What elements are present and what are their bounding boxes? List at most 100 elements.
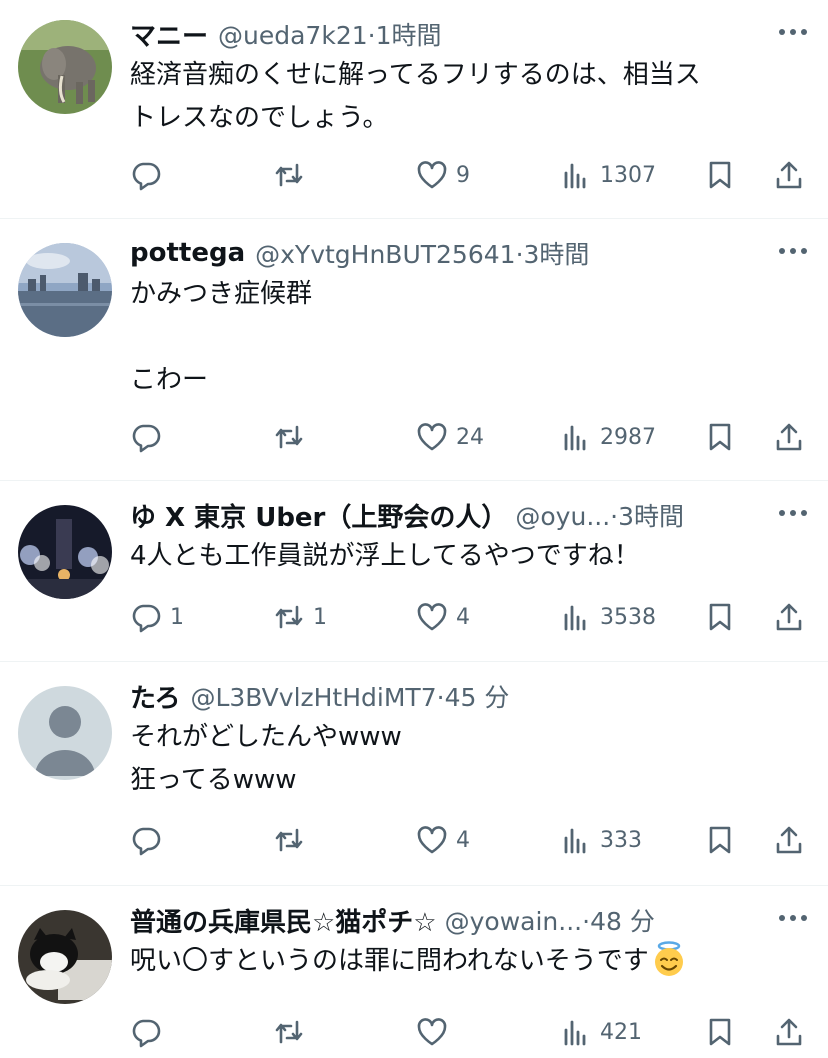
share-button[interactable] — [773, 820, 805, 860]
more-options-icon[interactable] — [768, 497, 808, 529]
analytics-icon — [564, 1020, 586, 1046]
more-options-icon[interactable] — [768, 902, 808, 934]
reply-button[interactable] — [130, 1012, 170, 1052]
tweet-header: ゆ X 東京 Uber（上野会の人） @oyu...·3時間 — [130, 495, 808, 535]
tweet-text: 経済音痴のくせに解ってるフリするのは、相当ス トレスなのでしょう。 — [130, 60, 701, 133]
retweet-icon — [275, 605, 303, 629]
tweet-header: マニー @ueda7k21·1時間 — [130, 14, 808, 54]
action-bar: 9 1307 — [0, 155, 828, 195]
view-count: 1307 — [600, 162, 656, 188]
bookmark-icon — [709, 603, 731, 631]
display-name[interactable]: マニー — [130, 16, 208, 53]
bookmark-icon — [709, 826, 731, 854]
timestamp[interactable]: 48 分 — [590, 907, 655, 936]
views-button[interactable]: 421 — [560, 1012, 642, 1052]
avatar[interactable] — [18, 243, 112, 337]
view-count: 333 — [600, 827, 642, 853]
action-bar: 4 333 — [0, 820, 828, 860]
reply-feed: マニー @ueda7k21·1時間 経済音痴のくせに解ってるフリするのは、相当ス… — [0, 0, 828, 1058]
display-name[interactable]: 普通の兵庫県民☆猫ポチ☆ — [130, 902, 437, 939]
retweet-icon — [275, 163, 303, 187]
like-button[interactable]: 24 — [416, 417, 484, 457]
display-name[interactable]: ゆ X 東京 Uber（上野会の人） — [130, 497, 507, 534]
handle[interactable]: @oyu...·3時間 — [515, 497, 684, 533]
elephant-avatar — [18, 20, 112, 114]
analytics-icon — [564, 828, 586, 854]
like-count: 4 — [456, 827, 470, 853]
tweet-text: かみつき症候群 こわー — [130, 279, 313, 395]
more-options-icon[interactable] — [768, 235, 808, 267]
handle[interactable]: @xYvtgHnBUT25641·3時間 — [255, 235, 589, 271]
reply-button[interactable] — [130, 155, 170, 195]
like-button[interactable]: 9 — [416, 155, 470, 195]
timestamp[interactable]: 3時間 — [524, 240, 590, 269]
avatar[interactable] — [18, 686, 112, 780]
tweet[interactable]: pottega @xYvtgHnBUT25641·3時間 かみつき症候群 こわー … — [0, 219, 828, 481]
timestamp[interactable]: 3時間 — [618, 502, 684, 531]
display-name[interactable]: pottega — [130, 238, 245, 268]
reply-icon — [132, 162, 161, 191]
reply-icon — [132, 1019, 161, 1048]
retweet-icon — [275, 828, 303, 852]
retweet-button[interactable]: 1 — [273, 597, 327, 637]
analytics-icon — [564, 163, 586, 189]
bookmark-button[interactable] — [704, 417, 736, 457]
avatar[interactable] — [18, 20, 112, 114]
action-bar: 1 1 4 3538 — [0, 597, 828, 637]
bookmark-button[interactable] — [704, 820, 736, 860]
handle[interactable]: @ueda7k21·1時間 — [218, 16, 441, 52]
share-icon — [776, 423, 802, 451]
retweet-icon — [275, 425, 303, 449]
handle[interactable]: @yowain...·48 分 — [445, 902, 655, 938]
retweet-button[interactable] — [273, 820, 313, 860]
reply-button[interactable] — [130, 820, 170, 860]
display-name[interactable]: たろ — [130, 678, 180, 715]
reply-button[interactable] — [130, 417, 170, 457]
tweet[interactable]: 普通の兵庫県民☆猫ポチ☆ @yowain...·48 分 呪い〇すというのは罪に… — [0, 886, 828, 1058]
avatar[interactable] — [18, 910, 112, 1004]
bookmark-button[interactable] — [704, 1012, 736, 1052]
timestamp[interactable]: 45 分 — [445, 683, 510, 712]
retweet-button[interactable] — [273, 417, 313, 457]
views-button[interactable]: 333 — [560, 820, 642, 860]
views-button[interactable]: 1307 — [560, 155, 656, 195]
share-button[interactable] — [773, 155, 805, 195]
retweet-button[interactable] — [273, 1012, 313, 1052]
share-button[interactable] — [773, 1012, 805, 1052]
views-button[interactable]: 3538 — [560, 597, 656, 637]
like-button[interactable] — [416, 1012, 456, 1052]
heart-icon — [417, 423, 447, 451]
tweet-header: pottega @xYvtgHnBUT25641·3時間 — [130, 233, 808, 273]
timestamp[interactable]: 1時間 — [376, 21, 442, 50]
tweet-header: 普通の兵庫県民☆猫ポチ☆ @yowain...·48 分 — [130, 900, 808, 940]
heart-icon — [417, 826, 447, 854]
tweet-text: 呪い〇すというのは罪に問われないそうです — [130, 940, 808, 983]
avatar[interactable] — [18, 505, 112, 599]
like-count: 24 — [456, 424, 484, 450]
share-button[interactable] — [773, 597, 805, 637]
more-options-icon[interactable] — [768, 16, 808, 48]
heart-icon — [417, 603, 447, 631]
bookmark-button[interactable] — [704, 155, 736, 195]
views-button[interactable]: 2987 — [560, 417, 656, 457]
view-count: 2987 — [600, 424, 656, 450]
share-icon — [776, 1018, 802, 1046]
tweet[interactable]: ゆ X 東京 Uber（上野会の人） @oyu...·3時間 4人とも工作員説が… — [0, 481, 828, 662]
bookmark-button[interactable] — [704, 597, 736, 637]
handle[interactable]: @L3BVvlzHtHdiMT7·45 分 — [190, 678, 509, 714]
reply-button[interactable]: 1 — [130, 597, 184, 637]
tweet-text: それがどしたんやwww 狂ってるwww — [130, 722, 402, 795]
share-button[interactable] — [773, 417, 805, 457]
like-count: 4 — [456, 604, 470, 630]
tweet[interactable]: マニー @ueda7k21·1時間 経済音痴のくせに解ってるフリするのは、相当ス… — [0, 0, 828, 219]
share-icon — [776, 161, 802, 189]
like-button[interactable]: 4 — [416, 820, 470, 860]
retweet-button[interactable] — [273, 155, 313, 195]
view-count: 3538 — [600, 604, 656, 630]
reply-icon — [132, 604, 161, 633]
heart-icon — [417, 161, 447, 189]
reply-count: 1 — [170, 604, 184, 630]
tweet[interactable]: たろ @L3BVvlzHtHdiMT7·45 分 それがどしたんやwww 狂ってる… — [0, 662, 828, 886]
like-count: 9 — [456, 162, 470, 188]
like-button[interactable]: 4 — [416, 597, 470, 637]
